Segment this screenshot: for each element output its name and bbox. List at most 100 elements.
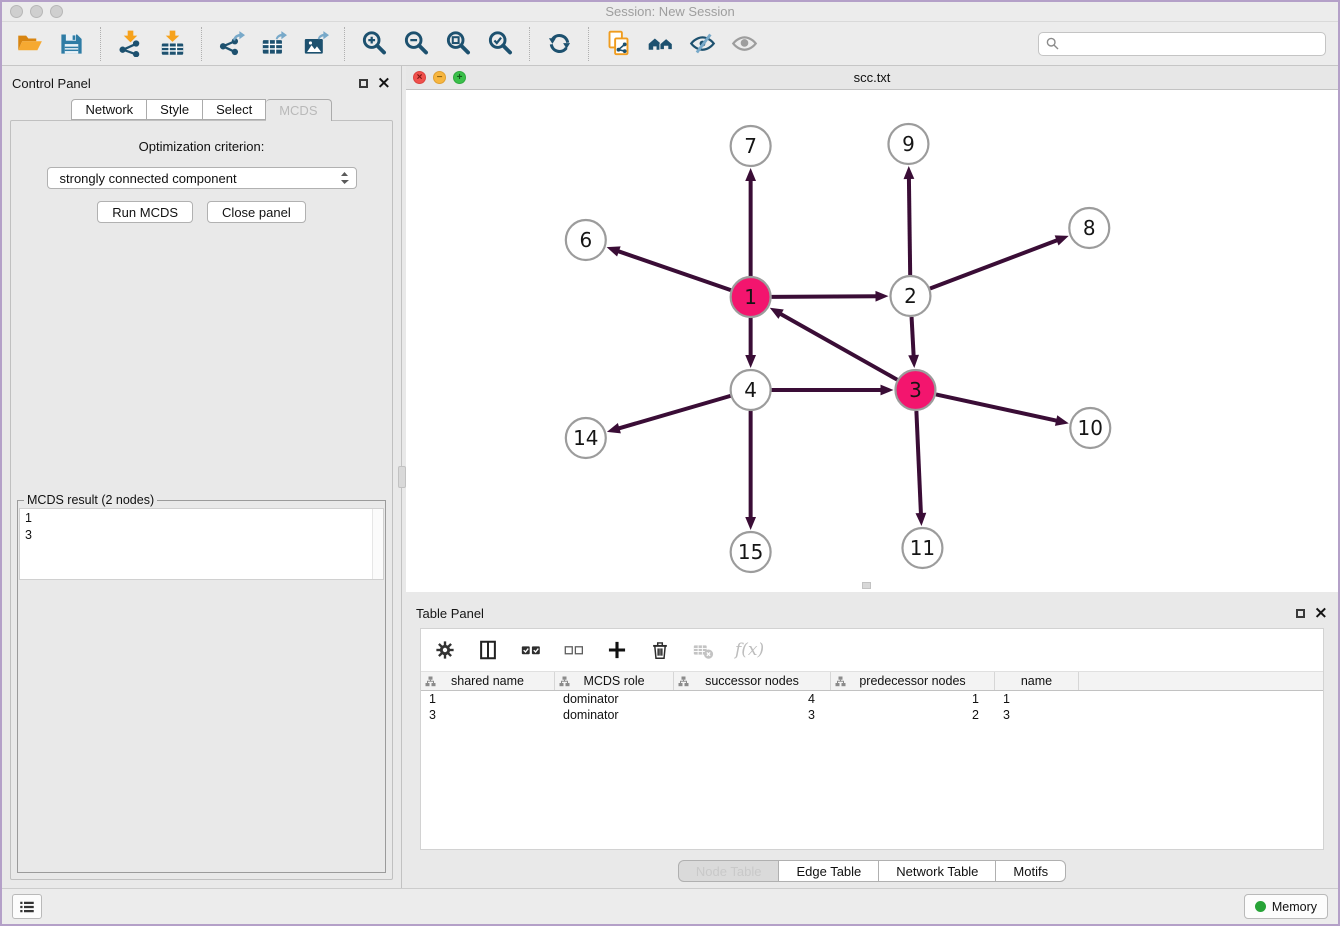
float-panel-icon[interactable] bbox=[359, 79, 368, 88]
column-header-label: predecessor nodes bbox=[859, 674, 965, 688]
table-cell[interactable]: dominator bbox=[555, 708, 674, 722]
export-network-button[interactable] bbox=[214, 27, 248, 61]
tab-edge-table[interactable]: Edge Table bbox=[779, 860, 879, 882]
zoom-out-button[interactable] bbox=[399, 27, 433, 61]
table-panel-title: Table Panel bbox=[416, 606, 484, 621]
save-session-button[interactable] bbox=[54, 27, 88, 61]
control-panel: Control Panel × NetworkStyleSelectMCDS O… bbox=[2, 66, 402, 888]
graph-edge-4-14[interactable] bbox=[617, 396, 731, 429]
tab-select[interactable]: Select bbox=[203, 99, 266, 120]
deselect-all-columns-button[interactable] bbox=[563, 639, 585, 661]
floppy-disk-icon bbox=[58, 30, 85, 57]
app-title: Session: New Session bbox=[2, 4, 1338, 19]
plus-icon bbox=[606, 639, 628, 661]
search-input[interactable] bbox=[1064, 36, 1319, 51]
tab-network-table[interactable]: Network Table bbox=[879, 860, 996, 882]
create-column-button[interactable] bbox=[606, 639, 628, 661]
graph-node-label: 10 bbox=[1078, 416, 1103, 440]
graph-edge-3-11[interactable] bbox=[916, 411, 921, 516]
graph-edge-2-8[interactable] bbox=[930, 239, 1059, 288]
panel-divider-grip[interactable] bbox=[398, 466, 406, 488]
tab-node-table[interactable]: Node Table bbox=[678, 860, 780, 882]
column-header-predecessor-nodes[interactable]: predecessor nodes bbox=[831, 672, 995, 690]
zoom-in-button[interactable] bbox=[357, 27, 391, 61]
network-graph: 1234678910111415 bbox=[406, 90, 1338, 592]
eye-slash-icon bbox=[689, 30, 716, 57]
table-cell[interactable]: 1 bbox=[831, 692, 995, 706]
export-image-button[interactable] bbox=[298, 27, 332, 61]
table-cell[interactable]: 3 bbox=[995, 708, 1079, 722]
close-table-panel-icon[interactable]: × bbox=[1314, 608, 1328, 618]
tab-motifs[interactable]: Motifs bbox=[996, 860, 1066, 882]
table-cell[interactable]: 3 bbox=[421, 708, 555, 722]
graph-edge-2-3[interactable] bbox=[912, 317, 914, 358]
column-header-MCDS-role[interactable]: MCDS role bbox=[555, 672, 674, 690]
import-table-button[interactable] bbox=[155, 27, 189, 61]
table-row[interactable]: 1dominator411 bbox=[421, 691, 1323, 707]
table-row[interactable]: 3dominator323 bbox=[421, 707, 1323, 723]
main-toolbar bbox=[2, 22, 1338, 66]
task-history-button[interactable] bbox=[12, 894, 42, 919]
memory-button[interactable]: Memory bbox=[1244, 894, 1328, 919]
mcds-result-group: MCDS result (2 nodes) 1 3 bbox=[17, 493, 386, 873]
graph-edge-2-9[interactable] bbox=[909, 176, 910, 275]
fx-icon: f(x) bbox=[735, 640, 764, 660]
tab-style[interactable]: Style bbox=[147, 99, 203, 120]
graph-node-label: 14 bbox=[573, 426, 598, 450]
canvas-resize-grip[interactable] bbox=[862, 582, 871, 589]
float-table-panel-icon[interactable] bbox=[1296, 609, 1305, 618]
column-header-label: name bbox=[1021, 674, 1052, 688]
show-column-panel-button[interactable] bbox=[477, 639, 499, 661]
export-table-button[interactable] bbox=[256, 27, 290, 61]
table-settings-button[interactable] bbox=[434, 639, 456, 661]
refresh-view-button[interactable] bbox=[542, 27, 576, 61]
table-cell[interactable]: 4 bbox=[674, 692, 831, 706]
app-window: Session: New Session bbox=[0, 0, 1340, 926]
criterion-value: strongly connected component bbox=[60, 171, 237, 186]
tab-network[interactable]: Network bbox=[71, 99, 147, 120]
result-scrollbar[interactable] bbox=[372, 509, 383, 579]
graph-edge-1-6[interactable] bbox=[616, 250, 731, 290]
tab-mcds[interactable]: MCDS bbox=[266, 99, 331, 121]
search-box[interactable] bbox=[1038, 32, 1326, 56]
table-cell[interactable]: dominator bbox=[555, 692, 674, 706]
mcds-result-text[interactable]: 1 3 bbox=[19, 508, 384, 580]
graph-edge-3-1[interactable] bbox=[778, 313, 897, 380]
graph-edge-3-10[interactable] bbox=[936, 394, 1059, 421]
close-panel-icon[interactable]: × bbox=[377, 78, 391, 88]
control-panel-header: Control Panel × bbox=[2, 66, 401, 94]
hide-selected-button[interactable] bbox=[685, 27, 719, 61]
criterion-select[interactable]: strongly connected component bbox=[47, 167, 357, 189]
table-cell[interactable]: 1 bbox=[421, 692, 555, 706]
import-network-button[interactable] bbox=[113, 27, 147, 61]
list-icon bbox=[18, 898, 36, 916]
control-panel-tabs: NetworkStyleSelectMCDS bbox=[2, 99, 401, 120]
table-cell[interactable]: 3 bbox=[674, 708, 831, 722]
network-canvas[interactable]: 1234678910111415 bbox=[406, 90, 1338, 592]
run-mcds-button[interactable]: Run MCDS bbox=[97, 201, 193, 223]
graph-edge-1-2[interactable] bbox=[772, 296, 879, 297]
table-cell[interactable]: 2 bbox=[831, 708, 995, 722]
graph-edge-arrowhead bbox=[745, 355, 756, 368]
open-session-button[interactable] bbox=[12, 27, 46, 61]
column-header-successor-nodes[interactable]: successor nodes bbox=[674, 672, 831, 690]
select-all-columns-button[interactable] bbox=[520, 639, 542, 661]
first-neighbors-button[interactable] bbox=[643, 27, 677, 61]
zoom-fit-button[interactable] bbox=[441, 27, 475, 61]
column-header-name[interactable]: name bbox=[995, 672, 1079, 690]
search-icon bbox=[1046, 37, 1059, 50]
close-panel-button[interactable]: Close panel bbox=[207, 201, 306, 223]
export-network-icon bbox=[218, 30, 245, 57]
toolbar-separator bbox=[100, 27, 101, 61]
table-cell[interactable]: 1 bbox=[995, 692, 1079, 706]
show-all-button[interactable] bbox=[727, 27, 761, 61]
export-table-icon bbox=[260, 30, 287, 57]
column-header-shared-name[interactable]: shared name bbox=[421, 672, 555, 690]
delete-column-button[interactable] bbox=[649, 639, 671, 661]
zoom-selected-button[interactable] bbox=[483, 27, 517, 61]
delete-table-button bbox=[692, 639, 714, 661]
column-header-label: successor nodes bbox=[705, 674, 799, 688]
graph-node-label: 2 bbox=[904, 284, 917, 308]
new-network-from-selection-button[interactable] bbox=[601, 27, 635, 61]
criterion-label: Optimization criterion: bbox=[139, 139, 265, 154]
